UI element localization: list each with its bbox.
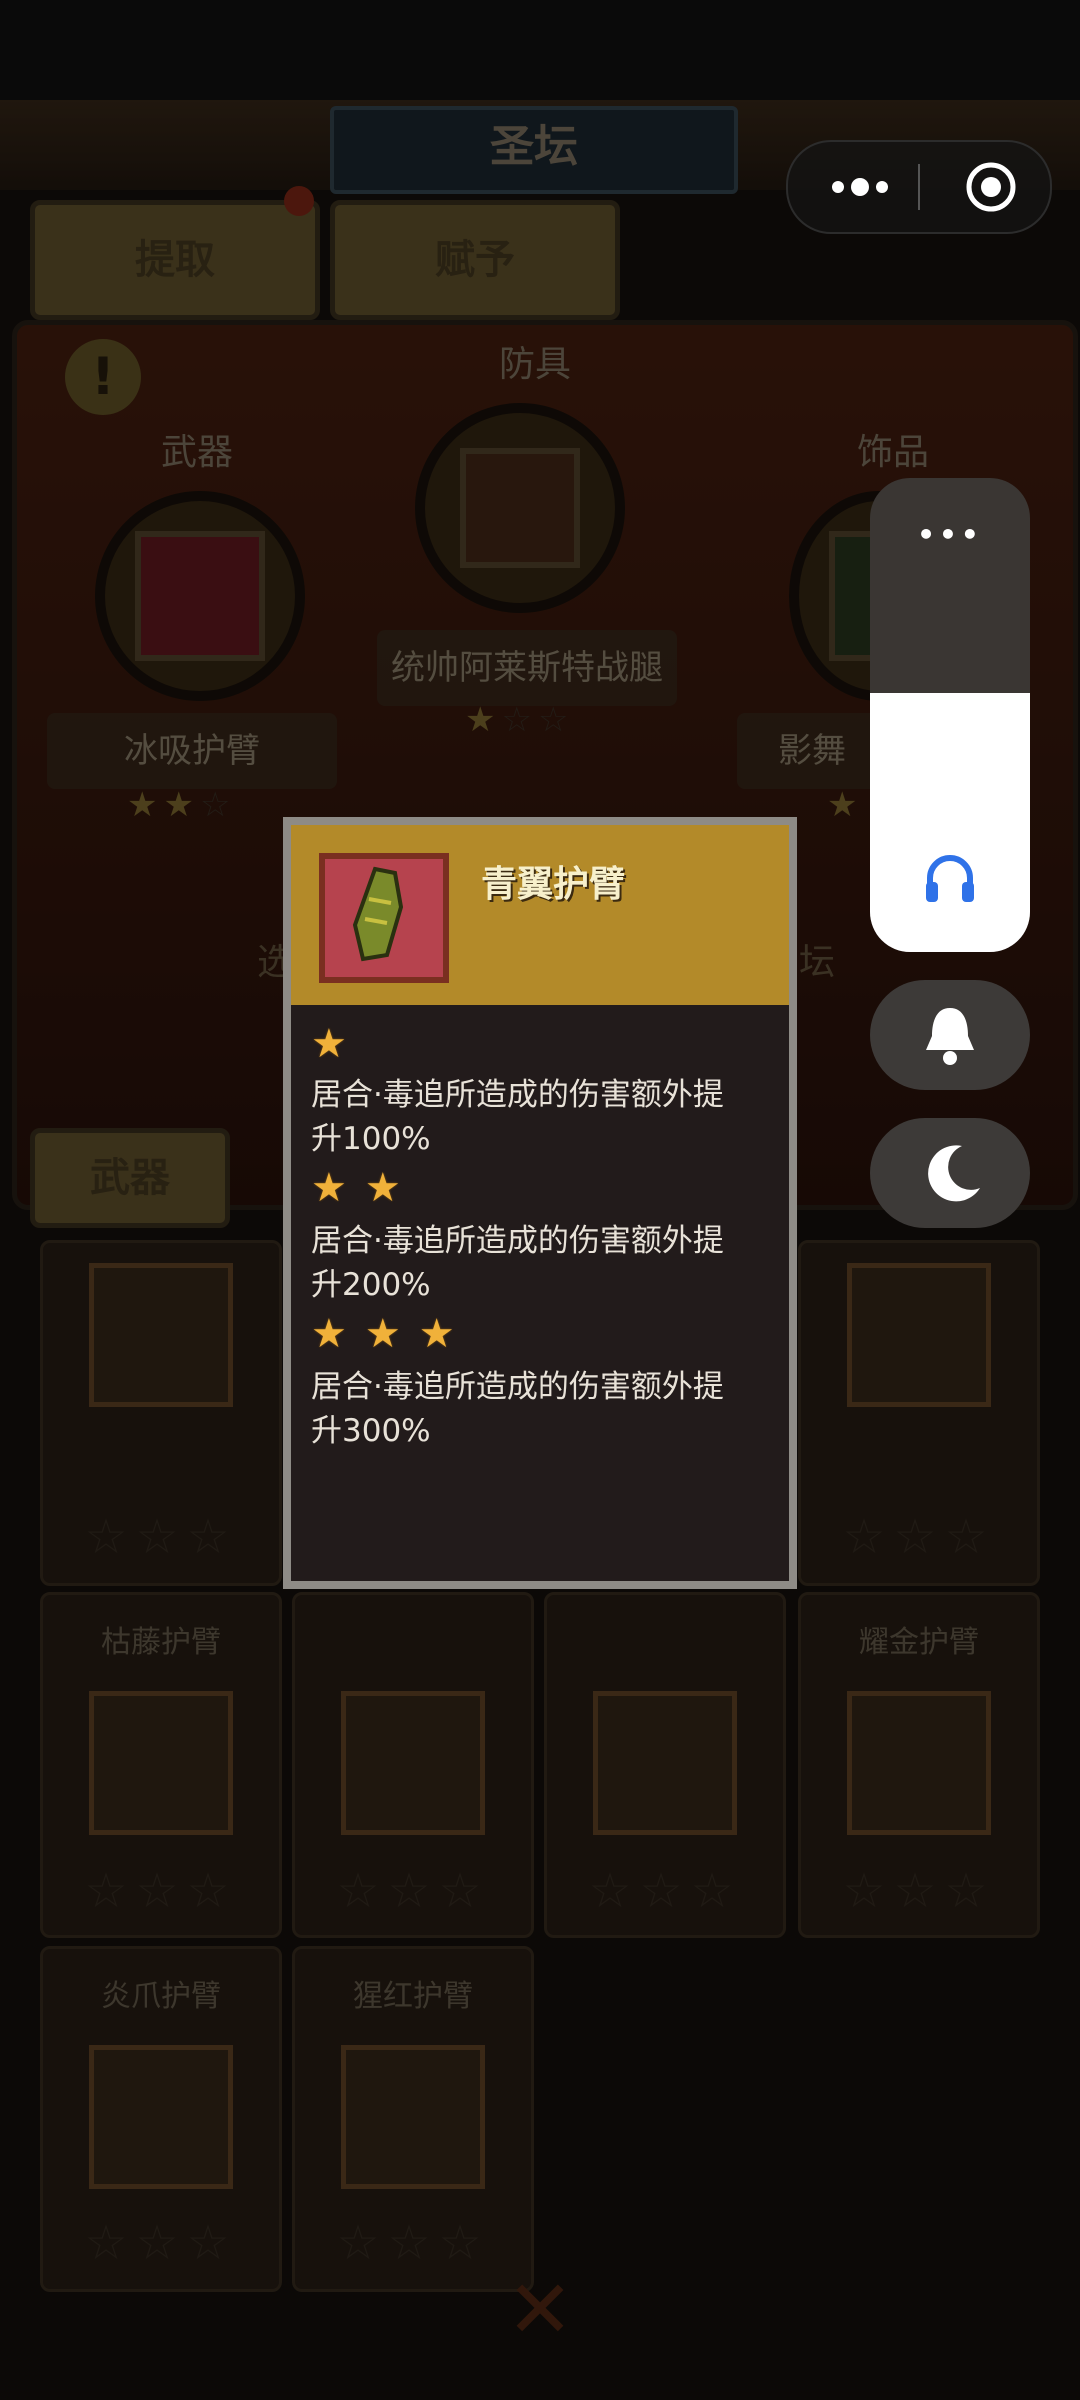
volume-fill (870, 693, 1030, 952)
notification-toggle[interactable] (870, 980, 1030, 1090)
volume-slider[interactable]: ••• (870, 478, 1030, 952)
target-icon[interactable] (964, 160, 1018, 214)
headphones-icon (920, 848, 980, 908)
tier-2-stars: ★★ (311, 1165, 419, 1211)
item-detail-popup: 青翼护臂 ★ 居合·毒追所造成的伤害额外提升100% ★★ 居合·毒追所造成的伤… (283, 817, 797, 1589)
tier-3-desc: 居合·毒追所造成的伤害额外提升300% (311, 1369, 724, 1449)
tier-1-stars: ★ (311, 1021, 365, 1067)
capsule-divider (918, 164, 920, 210)
popup-header: 青翼护臂 (291, 825, 789, 1005)
moon-icon (924, 1142, 984, 1204)
tier-3-stars: ★★★ (311, 1311, 473, 1357)
status-bar (0, 0, 1080, 100)
tier-2-desc: 居合·毒追所造成的伤害额外提升200% (311, 1223, 724, 1303)
volume-more-icon[interactable]: ••• (870, 518, 1030, 551)
tier-1-desc: 居合·毒追所造成的伤害额外提升100% (311, 1077, 724, 1157)
dark-mode-toggle[interactable] (870, 1118, 1030, 1228)
bell-icon (922, 1002, 978, 1068)
green-gauntlet-icon (319, 853, 449, 983)
more-dots-icon[interactable] (824, 170, 896, 204)
popup-item-name: 青翼护臂 (481, 864, 626, 905)
miniprogram-capsule (786, 140, 1052, 234)
